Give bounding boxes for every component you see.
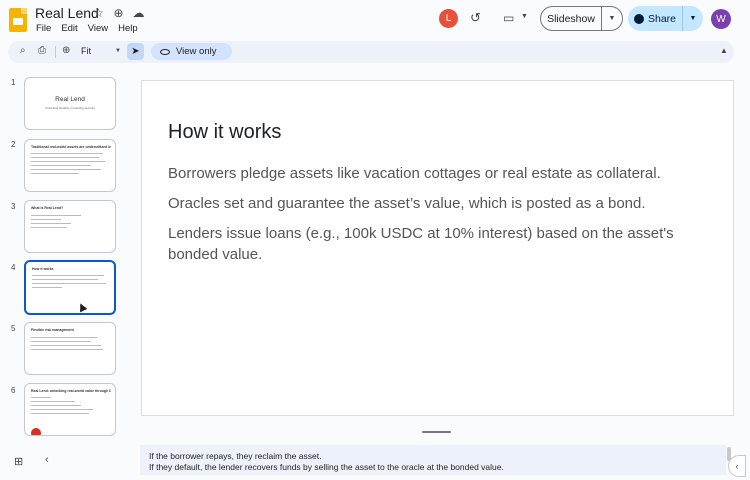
slide-thumbnail-6[interactable]: Real Lend: unlocking real-world value th… bbox=[24, 383, 116, 436]
text-line bbox=[32, 287, 62, 288]
share-main[interactable]: Share bbox=[628, 6, 683, 31]
eye-icon bbox=[160, 48, 170, 55]
text-line bbox=[31, 345, 101, 346]
zoom-select[interactable]: Fit bbox=[81, 46, 91, 56]
text-line bbox=[31, 153, 103, 154]
version-history-icon[interactable]: ↺ bbox=[470, 10, 481, 26]
text-line bbox=[31, 223, 71, 224]
text-line bbox=[32, 279, 98, 280]
text-line bbox=[31, 157, 99, 158]
speaker-notes[interactable]: If the borrower repays, they reclaim the… bbox=[140, 445, 726, 475]
notes-resize-handle[interactable] bbox=[422, 431, 451, 433]
menu-file[interactable]: File bbox=[36, 23, 51, 34]
select-pointer-icon[interactable]: ➤ bbox=[127, 43, 144, 60]
bullet-3: Lenders issue loans (e.g., 100k USDC at … bbox=[168, 225, 674, 263]
zoom-chevron-down-icon[interactable]: ▼ bbox=[115, 48, 121, 54]
bullet-2: Oracles set and guarantee the asset’s va… bbox=[168, 195, 646, 212]
document-title[interactable]: Real Lend bbox=[35, 5, 99, 21]
toolbar: ⌕ ⎙ ⊕ Fit ▼ ➤ View only ▲ bbox=[8, 41, 734, 63]
chevron-left-icon[interactable]: ‹ bbox=[45, 454, 49, 466]
thumbnail-title: Real Lend bbox=[55, 96, 85, 103]
add-shortcut-icon[interactable]: ⊕ bbox=[112, 6, 125, 20]
slide-canvas[interactable]: How it works Borrowers pledge assets lik… bbox=[141, 80, 734, 416]
text-line bbox=[31, 413, 89, 414]
cloud-status-icon[interactable]: ☁ bbox=[132, 6, 145, 20]
menu-bar: File Edit View Help bbox=[36, 23, 138, 34]
share-options-chevron-icon[interactable]: ▼ bbox=[683, 6, 703, 31]
share-button[interactable]: Share ▼ bbox=[628, 6, 703, 31]
slide-number: 3 bbox=[11, 202, 16, 211]
text-line bbox=[31, 401, 75, 402]
thumbnail-subtitle: Unlocking liquidity, protecting security bbox=[45, 106, 95, 110]
account-avatar[interactable]: W bbox=[711, 9, 731, 29]
text-line bbox=[32, 275, 104, 276]
text-line bbox=[31, 165, 91, 166]
header-bar: Real Lend ☆ ⊕ ☁ File Edit View Help L ↺ … bbox=[0, 0, 750, 40]
slide-thumbnail-2[interactable]: Traditional real-world assets are underu… bbox=[24, 139, 116, 192]
text-line bbox=[31, 397, 51, 398]
text-line bbox=[31, 215, 81, 216]
thumbnail-title: Traditional real-world assets are underu… bbox=[31, 145, 111, 149]
notes-line-1: If the borrower repays, they reclaim the… bbox=[149, 451, 322, 461]
toolbar-divider bbox=[55, 46, 56, 58]
zoom-icon[interactable]: ⊕ bbox=[62, 45, 70, 56]
text-line bbox=[31, 169, 101, 170]
menu-view[interactable]: View bbox=[88, 23, 108, 34]
text-line bbox=[31, 227, 67, 228]
slide-thumbnail-4[interactable]: How it works bbox=[24, 260, 116, 315]
red-circle-icon bbox=[31, 428, 41, 435]
slide-thumbnail-5[interactable]: Flexible risk management bbox=[24, 322, 116, 375]
slide-filmstrip: 1 Real Lend Unlocking liquidity, protect… bbox=[0, 68, 130, 440]
menu-edit[interactable]: Edit bbox=[61, 23, 77, 34]
slide-number: 1 bbox=[11, 78, 16, 87]
slide-number: 6 bbox=[11, 386, 16, 395]
slideshow-label[interactable]: Slideshow bbox=[541, 7, 602, 30]
thumbnail-title: What is Real Lend? bbox=[31, 206, 64, 210]
chevron-up-icon[interactable]: ▲ bbox=[720, 46, 728, 55]
globe-icon bbox=[633, 13, 644, 24]
slide-thumbnail-3[interactable]: What is Real Lend? bbox=[24, 200, 116, 253]
thumbnail-title: How it works bbox=[32, 267, 54, 271]
notes-line-2: If they default, the lender recovers fun… bbox=[149, 462, 504, 472]
thumbnail-title: Flexible risk management bbox=[31, 328, 74, 332]
text-line bbox=[32, 283, 106, 284]
text-line bbox=[31, 219, 61, 220]
grid-view-icon[interactable]: ⊞ bbox=[14, 455, 23, 468]
chevron-down-icon[interactable]: ▼ bbox=[521, 13, 528, 20]
text-line bbox=[31, 341, 91, 342]
side-panel-chevron-left-icon[interactable]: ‹ bbox=[728, 455, 746, 477]
meet-camera-icon[interactable]: ▭ bbox=[503, 11, 514, 25]
slide-title: How it works bbox=[168, 121, 282, 143]
search-icon[interactable]: ⌕ bbox=[20, 45, 26, 56]
view-only-mode-button[interactable]: View only bbox=[151, 43, 232, 60]
slide-number: 2 bbox=[11, 140, 16, 149]
collaborator-avatar[interactable]: L bbox=[439, 9, 458, 28]
view-only-label: View only bbox=[176, 46, 217, 57]
thumbnail-title: Real Lend: unlocking real-world value th… bbox=[31, 389, 111, 393]
slide-body: Borrowers pledge assets like vacation co… bbox=[168, 163, 708, 274]
slide-number: 5 bbox=[11, 324, 16, 333]
slideshow-options-chevron-icon[interactable]: ▼ bbox=[602, 7, 622, 30]
bullet-1: Borrowers pledge assets like vacation co… bbox=[168, 165, 661, 182]
slideshow-button[interactable]: Slideshow ▼ bbox=[540, 6, 623, 31]
text-line bbox=[31, 161, 105, 162]
text-line bbox=[31, 337, 97, 338]
slides-logo-icon[interactable] bbox=[9, 8, 27, 32]
text-line bbox=[31, 349, 103, 350]
text-line bbox=[31, 405, 81, 406]
star-icon[interactable]: ☆ bbox=[92, 6, 105, 20]
print-icon[interactable]: ⎙ bbox=[38, 45, 46, 56]
text-line bbox=[31, 173, 79, 174]
menu-help[interactable]: Help bbox=[118, 23, 138, 34]
slide-thumbnail-1[interactable]: Real Lend Unlocking liquidity, protectin… bbox=[24, 77, 116, 130]
share-label: Share bbox=[647, 12, 677, 25]
slide-number: 4 bbox=[11, 263, 16, 272]
text-line bbox=[31, 409, 93, 410]
